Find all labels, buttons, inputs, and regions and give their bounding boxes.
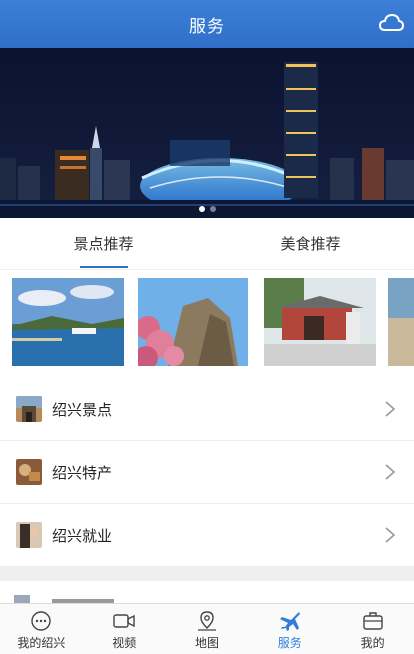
video-camera-icon [113, 614, 135, 628]
nav-map[interactable]: 地图 [166, 604, 249, 654]
thumbnail-rock-blossom[interactable] [138, 278, 248, 366]
nav-label: 我的 [360, 636, 385, 650]
bottom-nav: 我的绍兴 视频 地图 服务 我的 [0, 603, 414, 654]
thumbnail-partial[interactable] [388, 278, 414, 366]
nav-my-shaoxing[interactable]: 我的绍兴 [0, 604, 83, 654]
partial-row-graphics [14, 595, 114, 603]
chevron-right-icon [385, 527, 396, 543]
thumbnail-lake[interactable] [12, 278, 124, 366]
list-item-label: 绍兴就业 [52, 526, 113, 545]
landmark-thumbnail [16, 396, 42, 422]
list-item-label: 绍兴景点 [52, 400, 113, 419]
carousel-dots[interactable] [0, 206, 414, 212]
carousel-dot[interactable] [209, 206, 216, 212]
recommend-tabs: 景点推荐 美食推荐 [0, 218, 414, 270]
nav-label: 地图 [194, 636, 219, 650]
nav-service[interactable]: 服务 [248, 604, 331, 654]
service-list: 绍兴景点 绍兴特产 绍兴就业 [0, 378, 414, 567]
page-title: 服务 [189, 16, 225, 37]
nav-label: 服务 [277, 636, 302, 650]
section-divider [0, 567, 414, 581]
nav-label: 视频 [112, 636, 137, 650]
briefcase-icon [362, 612, 383, 630]
nav-mine[interactable]: 我的 [331, 604, 414, 654]
job-thumbnail [16, 522, 42, 548]
list-item-partial[interactable] [0, 581, 414, 603]
carousel-dot[interactable] [198, 206, 205, 212]
list-item-scenic[interactable]: 绍兴景点 [0, 378, 414, 441]
nav-video[interactable]: 视频 [83, 604, 166, 654]
tab-food[interactable]: 美食推荐 [207, 218, 414, 269]
food-thumbnail [16, 459, 42, 485]
top-header: 服务 [0, 0, 414, 48]
banner-image [0, 48, 414, 218]
cloud-icon[interactable] [378, 12, 404, 34]
airplane-icon [279, 612, 300, 631]
tab-label: 美食推荐 [280, 235, 341, 253]
thumbnail-memorial-hall[interactable] [264, 278, 376, 366]
list-item-jobs[interactable]: 绍兴就业 [0, 504, 414, 567]
chevron-right-icon [385, 464, 396, 480]
chat-bubble-icon [31, 611, 52, 631]
map-pin-icon [197, 611, 216, 631]
scenic-thumbnails [0, 278, 414, 370]
chevron-right-icon [385, 401, 396, 417]
list-item-specialty[interactable]: 绍兴特产 [0, 441, 414, 504]
list-item-label: 绍兴特产 [52, 463, 113, 482]
banner-carousel[interactable] [0, 48, 414, 218]
tab-scenic[interactable]: 景点推荐 [0, 218, 207, 269]
tab-label: 景点推荐 [73, 235, 134, 253]
nav-label: 我的绍兴 [17, 636, 66, 650]
